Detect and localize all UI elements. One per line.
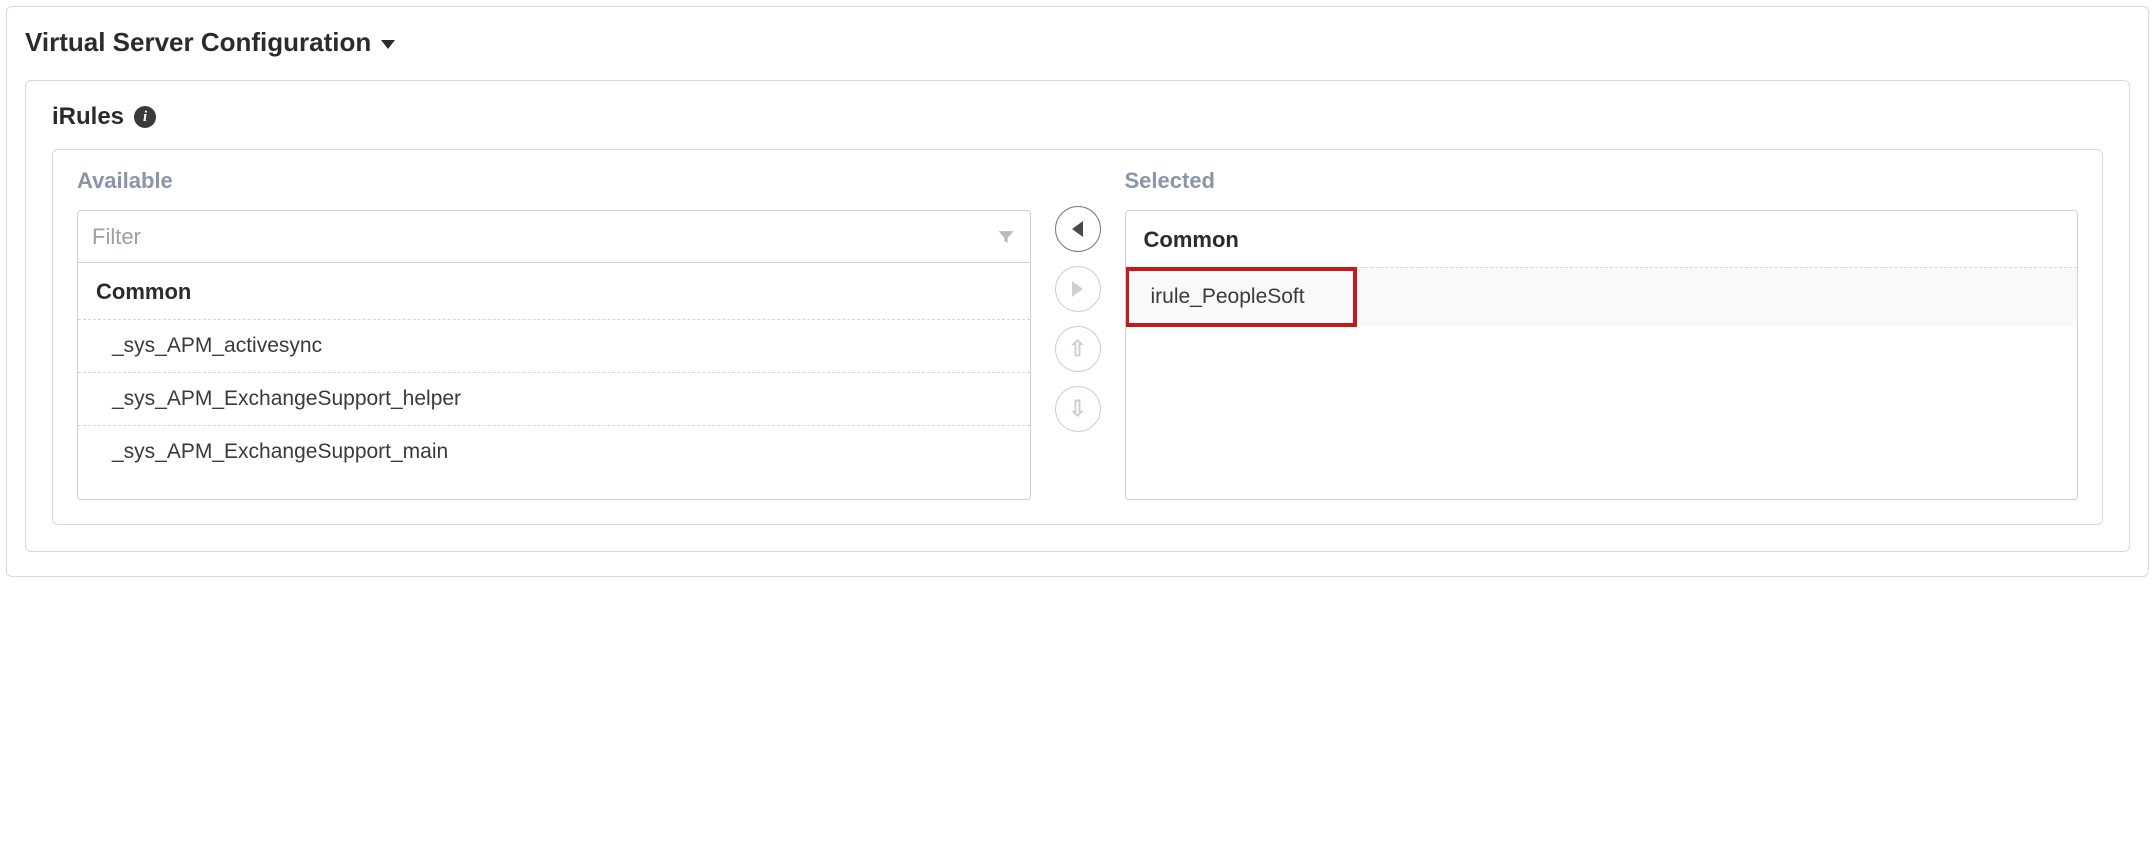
selected-column: Selected Common irule_PeopleSoft <box>1125 168 2079 500</box>
move-up-button[interactable]: ⇧ <box>1055 326 1101 372</box>
arrow-up-icon: ⇧ <box>1068 338 1086 360</box>
available-item[interactable]: _sys_APM_activesync <box>78 319 1030 372</box>
selected-group-header: Common <box>1126 211 2078 267</box>
section-body: iRules i Available Common _sys_APM_activ… <box>25 80 2130 552</box>
irules-title: iRules <box>52 103 124 131</box>
caret-down-icon <box>381 40 395 49</box>
selected-item[interactable]: irule_PeopleSoft <box>1125 267 1357 327</box>
available-label: Available <box>77 168 1031 194</box>
available-listbox: Common _sys_APM_activesync _sys_APM_Exch… <box>77 210 1031 500</box>
available-item[interactable]: _sys_APM_ExchangeSupport_helper <box>78 372 1030 425</box>
move-right-button[interactable] <box>1055 266 1101 312</box>
available-column: Available Common _sys_APM_activesync _sy… <box>77 168 1031 500</box>
section-header[interactable]: Virtual Server Configuration <box>25 27 2130 58</box>
virtual-server-config-panel: Virtual Server Configuration iRules i Av… <box>6 6 2149 577</box>
arrow-down-icon: ⇩ <box>1068 398 1086 420</box>
selected-listbox: Common irule_PeopleSoft <box>1125 210 2079 500</box>
available-group-header: Common <box>78 263 1030 319</box>
transfer-controls: ⇧ ⇩ <box>1055 168 1101 432</box>
triangle-left-icon <box>1072 221 1083 237</box>
move-left-button[interactable] <box>1055 206 1101 252</box>
irules-header: iRules i <box>52 103 2103 131</box>
filter-input[interactable] <box>92 224 996 250</box>
move-down-button[interactable]: ⇩ <box>1055 386 1101 432</box>
filter-icon[interactable] <box>996 227 1016 247</box>
available-item[interactable]: _sys_APM_ExchangeSupport_main <box>78 425 1030 478</box>
dual-list-panel: Available Common _sys_APM_activesync _sy… <box>52 149 2103 525</box>
info-icon[interactable]: i <box>134 106 156 128</box>
section-title: Virtual Server Configuration <box>25 27 371 58</box>
selected-label: Selected <box>1125 168 2079 194</box>
filter-row <box>78 211 1030 263</box>
selected-item-row: irule_PeopleSoft <box>1126 267 2078 327</box>
triangle-right-icon <box>1072 281 1083 297</box>
